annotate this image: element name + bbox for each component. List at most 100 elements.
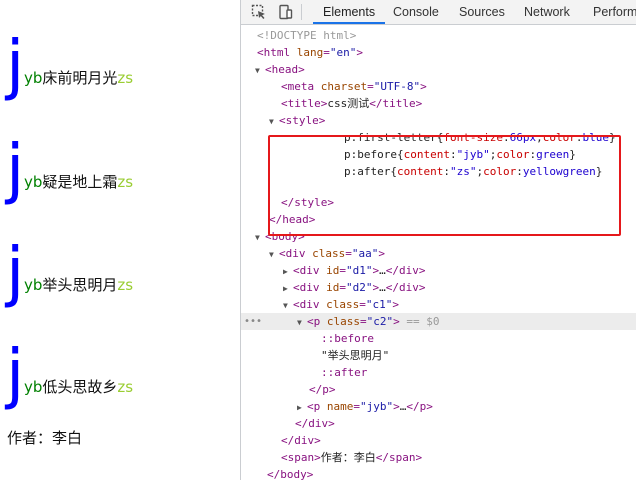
line-text: yb举头思明月zs	[24, 275, 133, 295]
tag-text: </div>	[295, 417, 335, 430]
dom-node-div-d1[interactable]: ▶ <div id="d1">…</div>	[241, 262, 636, 279]
tab-network[interactable]: Network	[524, 0, 570, 24]
dom-node-div-aa-close[interactable]: </div>	[241, 432, 636, 449]
more-options-icon[interactable]: •••	[244, 313, 262, 330]
line-body: 床前明月光	[42, 69, 118, 87]
dom-node-head[interactable]: ▼ <head>	[241, 61, 636, 78]
dom-node-span[interactable]: <span>作者：李白</span>	[241, 449, 636, 466]
tag-text: <div	[293, 298, 320, 311]
line-text: yb床前明月光zs	[24, 68, 133, 88]
attr-name: class	[326, 315, 360, 328]
doctype-text: <!DOCTYPE html>	[257, 29, 357, 42]
expand-triangle-icon[interactable]: ▼	[297, 314, 307, 331]
dom-node-p-close[interactable]: </p>	[241, 381, 636, 398]
before-content: yb	[24, 378, 43, 396]
tag-text: </div>	[281, 434, 321, 447]
dom-node-div-d2[interactable]: ▶ <div id="d2">…</div>	[241, 279, 636, 296]
tag-text: <p	[307, 315, 321, 328]
collapse-triangle-icon[interactable]: ▶	[283, 263, 293, 280]
dom-node-after-pseudo[interactable]: ::after	[241, 364, 636, 381]
dom-node-div-c1-close[interactable]: </div>	[241, 415, 636, 432]
tab-console[interactable]: Console	[393, 0, 439, 24]
inspect-element-icon[interactable]	[251, 4, 267, 20]
text-node: "举头思明月"	[321, 349, 390, 362]
device-toolbar-icon[interactable]	[277, 4, 293, 20]
attr-name: class	[312, 247, 346, 260]
tag-text: </div>	[385, 264, 426, 277]
attr-value: "aa"	[351, 247, 379, 260]
tag-text: </body>	[267, 468, 314, 481]
tag-text: <div	[279, 247, 306, 260]
before-content: yb	[24, 69, 43, 87]
before-content: yb	[24, 276, 43, 294]
expand-triangle-icon[interactable]: ▼	[255, 62, 265, 79]
before-content: yb	[24, 173, 43, 191]
toolbar-divider	[301, 4, 302, 20]
attr-value: "d2"	[346, 281, 373, 294]
tab-performance[interactable]: Performa	[593, 0, 636, 24]
ellipsis: …	[379, 264, 386, 277]
first-letter: j	[6, 130, 25, 207]
line-body: 举头思明月	[42, 276, 118, 294]
selected-marker: == $0	[406, 315, 440, 328]
tag-text: <html	[257, 46, 291, 59]
attr-name: lang	[296, 46, 324, 59]
after-content: zs	[117, 173, 134, 191]
rendered-page: j yb床前明月光zs j yb疑是地上霜zs j yb举头思明月zs j yb…	[0, 0, 240, 480]
collapse-triangle-icon[interactable]: ▶	[297, 399, 307, 416]
dom-node-body-close[interactable]: </body>	[241, 466, 636, 483]
tag-text: <div	[293, 281, 320, 294]
tag-text: <p	[307, 400, 321, 413]
tag-text: </div>	[385, 281, 426, 294]
first-letter: j	[6, 335, 25, 412]
after-content: zs	[117, 276, 134, 294]
tag-text: <div	[293, 264, 320, 277]
tag-text: <style>	[279, 114, 326, 127]
tag-text: <head>	[265, 63, 305, 76]
dom-node-p-c2-selected[interactable]: ••• ▼ <p class="c2"> == $0	[241, 313, 636, 330]
line-body: 低头思故乡	[42, 378, 118, 396]
dom-node-html[interactable]: <html lang="en">	[241, 44, 636, 61]
dom-node-style[interactable]: ▼ <style>	[241, 112, 636, 129]
dom-node-doctype[interactable]: <!DOCTYPE html>	[241, 27, 636, 44]
tag-text: <title>	[281, 97, 328, 110]
attr-value: "d1"	[346, 264, 373, 277]
tab-sources[interactable]: Sources	[459, 0, 505, 24]
expand-triangle-icon[interactable]: ▼	[269, 113, 279, 130]
dom-node-p-text[interactable]: "举头思明月"	[241, 347, 636, 364]
attr-name: name	[326, 400, 354, 413]
dom-node-title[interactable]: <title>css测试</title>	[241, 95, 636, 112]
pseudo-element: ::after	[321, 366, 368, 379]
dom-node-p-jyb[interactable]: ▶ <p name="jyb">…</p>	[241, 398, 636, 415]
attr-value: "UTF-8"	[373, 80, 421, 93]
expand-triangle-icon[interactable]: ▼	[283, 297, 293, 314]
expand-triangle-icon[interactable]: ▼	[269, 246, 279, 263]
ellipsis: …	[379, 281, 386, 294]
attr-name: id	[326, 264, 340, 277]
expand-triangle-icon[interactable]: ▼	[255, 229, 265, 246]
collapse-triangle-icon[interactable]: ▶	[283, 280, 293, 297]
pseudo-element: ::before	[321, 332, 374, 345]
dom-node-div-aa[interactable]: ▼ <div class="aa">	[241, 245, 636, 262]
after-content: zs	[117, 69, 134, 87]
attr-value: "c1"	[365, 298, 393, 311]
line-text: yb低头思故乡zs	[24, 377, 133, 397]
attr-value: "c2"	[366, 315, 394, 328]
tag-text: </title>	[369, 97, 423, 110]
dom-node-before-pseudo[interactable]: ::before	[241, 330, 636, 347]
text-node: 作者：李白	[320, 451, 376, 464]
dom-node-div-c1[interactable]: ▼ <div class="c1">	[241, 296, 636, 313]
after-content: zs	[117, 378, 134, 396]
devtools-panel: Elements Console Sources Network Perform…	[240, 0, 636, 483]
tag-text: </p>	[309, 383, 336, 396]
dom-node-meta[interactable]: <meta charset="UTF-8">	[241, 78, 636, 95]
tag-text: </p>	[406, 400, 433, 413]
dom-tree: <!DOCTYPE html> <html lang="en"> ▼ <head>…	[241, 25, 636, 483]
tag-text: <span>	[281, 451, 321, 464]
line-body: 疑是地上霜	[42, 173, 118, 191]
title-text: css测试	[327, 97, 370, 110]
attr-name: id	[326, 281, 340, 294]
first-letter: j	[6, 233, 25, 310]
tab-elements[interactable]: Elements	[313, 0, 386, 24]
line-text: yb疑是地上霜zs	[24, 172, 133, 192]
